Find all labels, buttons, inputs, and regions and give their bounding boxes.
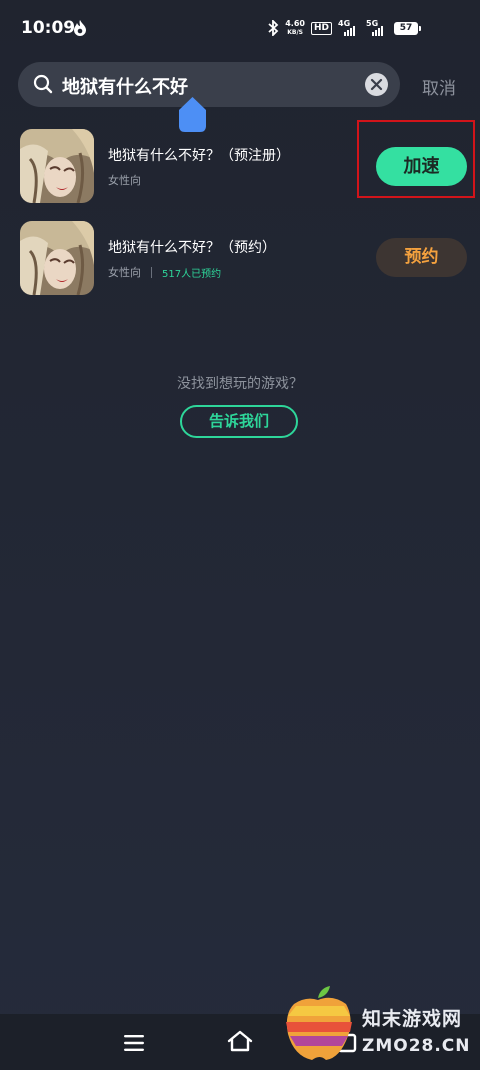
apple-logo-icon (286, 986, 352, 1060)
watermark: 知末游戏网 ZMO28.CN (280, 984, 480, 1070)
clear-search-button[interactable] (365, 73, 388, 96)
clock: 10:09 (21, 18, 76, 38)
text-cursor-handle[interactable] (179, 97, 206, 132)
highlight-annotation (357, 120, 475, 198)
close-icon (370, 78, 383, 91)
watermark-domain: ZMO28.CN (362, 1036, 471, 1056)
search-input[interactable]: 地狱有什么不好 (62, 73, 188, 99)
status-icons: 4.60 KB/S HD 4G 5G (267, 19, 388, 37)
signal-4g-icon: 4G (338, 19, 360, 36)
search-icon (33, 74, 53, 94)
game-tag: 女性向 (108, 174, 141, 187)
game-tag: 女性向 (108, 266, 141, 279)
game-title: 地狱有什么不好？（预约） (108, 240, 276, 256)
divider (151, 266, 152, 278)
net-speed: 4.60 KB/S (285, 19, 305, 36)
cancel-button[interactable]: 取消 (422, 74, 456, 99)
bluetooth-icon (268, 20, 279, 36)
watermark-text: 知末游戏网 (362, 1008, 463, 1030)
tell-us-button[interactable]: 告诉我们 (180, 405, 298, 438)
signal-5g-icon: 5G (366, 19, 388, 36)
not-found-hint: 没找到想玩的游戏？ (177, 376, 303, 392)
menu-icon[interactable] (123, 1034, 145, 1052)
game-title: 地狱有什么不好？（预注册） (108, 148, 290, 164)
status-bar: 10:09 4.60 KB/S HD 4G 5G 57 (0, 0, 480, 56)
reserve-button[interactable]: 预约 (376, 238, 467, 277)
home-icon[interactable] (227, 1030, 253, 1052)
flame-icon (74, 20, 86, 36)
search-bar[interactable]: 地狱有什么不好 (18, 62, 400, 107)
game-meta: 女性向 (108, 172, 141, 188)
game-thumbnail (20, 221, 94, 295)
reservation-count: 517人已预约 (162, 268, 222, 280)
battery-icon: 57 (394, 22, 421, 35)
game-thumbnail (20, 129, 94, 203)
hd-badge: HD (310, 21, 332, 35)
game-meta: 女性向 517人已预约 (108, 264, 221, 280)
